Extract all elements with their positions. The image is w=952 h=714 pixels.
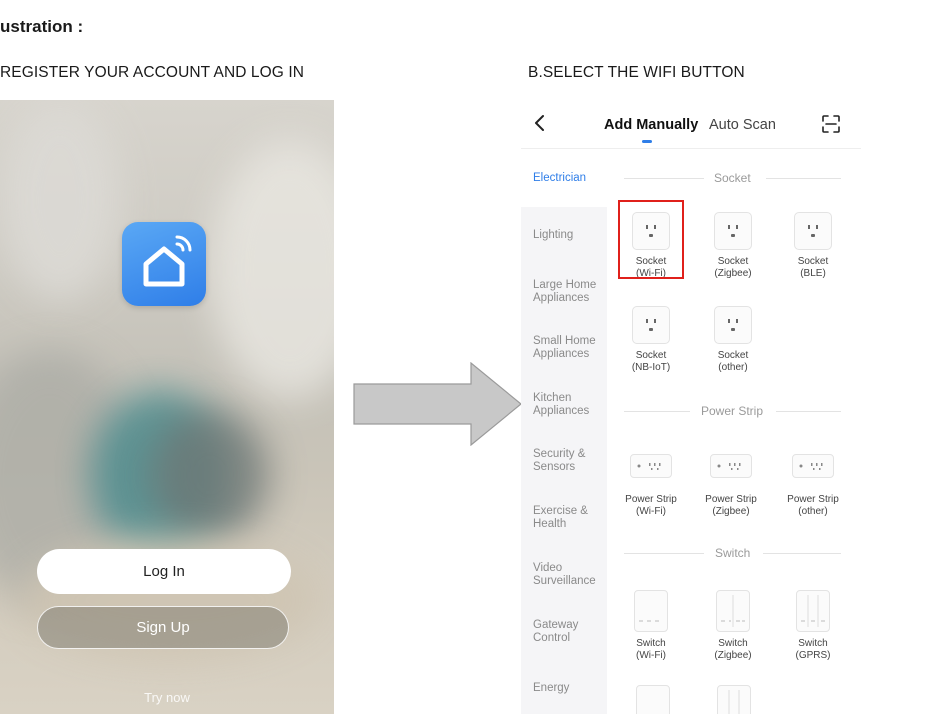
add-device-screen: Add Manually Auto Scan Electrician Light… <box>521 100 861 714</box>
device-socket-other[interactable]: Socket (other) <box>703 306 763 374</box>
wifi-socket-highlight <box>618 200 684 279</box>
device-switch-gprs[interactable]: Switch (GPRS) <box>783 590 843 662</box>
background-blur <box>0 100 120 300</box>
device-label: Switch <box>718 638 748 649</box>
device-label: Socket <box>717 256 749 267</box>
device-power-strip-zigbee[interactable]: Power Strip (Zigbee) <box>701 446 761 518</box>
power-strip-icon <box>792 454 834 478</box>
sidebar-item-lighting[interactable]: Lighting <box>533 229 573 242</box>
socket-icon <box>794 212 832 250</box>
device-label: Switch <box>636 638 666 649</box>
chevron-left-icon[interactable] <box>533 114 547 132</box>
wall-switch-icon <box>796 590 830 632</box>
section-divider <box>776 411 841 412</box>
wall-switch-icon[interactable] <box>636 685 670 714</box>
top-bar: Add Manually Auto Scan <box>521 100 861 149</box>
device-sublabel: (NB-IoT) <box>631 362 671 373</box>
sidebar-item-security-sensors[interactable]: Security & Sensors <box>533 448 593 474</box>
signup-button[interactable]: Sign Up <box>37 606 289 649</box>
device-switch-wifi[interactable]: Switch (Wi-Fi) <box>621 590 681 662</box>
scan-frame-icon[interactable] <box>821 114 841 134</box>
wall-switch-icon <box>634 590 668 632</box>
try-now-link[interactable]: Try now <box>0 690 334 705</box>
device-socket-ble[interactable]: Socket (BLE) <box>783 212 843 280</box>
device-label: Socket <box>797 256 829 267</box>
category-sidebar: Electrician Lighting Large Home Applianc… <box>521 149 607 714</box>
device-label: Power Strip <box>625 494 677 505</box>
device-sublabel: (GPRS) <box>795 650 831 661</box>
device-label: Switch <box>798 638 828 649</box>
socket-icon <box>714 212 752 250</box>
sidebar-item-electrician[interactable]: Electrician <box>533 172 586 185</box>
active-tab-indicator <box>642 140 652 143</box>
section-title-socket: Socket <box>714 171 751 185</box>
device-sublabel: (Zigbee) <box>712 506 750 517</box>
device-power-strip-wifi[interactable]: Power Strip (Wi-Fi) <box>621 446 681 518</box>
caption-register: REGISTER YOUR ACCOUNT AND LOG IN <box>0 64 305 81</box>
device-sublabel: (Wi-Fi) <box>636 650 666 661</box>
background-blur <box>150 410 270 540</box>
login-screen: Log In Sign Up Try now <box>0 100 334 714</box>
socket-icon <box>632 306 670 344</box>
section-divider <box>624 411 690 412</box>
sidebar-item-large-home-appliances[interactable]: Large Home Appliances <box>533 279 599 305</box>
sidebar-item-video-surveillance[interactable]: Video Surveillance <box>533 562 599 588</box>
wall-switch-icon <box>716 590 750 632</box>
device-label: Socket <box>717 350 749 361</box>
sidebar-item-small-home-appliances[interactable]: Small Home Appliances <box>533 335 599 361</box>
device-label: Power Strip <box>787 494 839 505</box>
caption-select-wifi: B.SELECT THE WIFI BUTTON <box>528 64 745 81</box>
login-button[interactable]: Log In <box>37 549 291 594</box>
power-strip-icon <box>630 454 672 478</box>
sidebar-item-gateway-control[interactable]: Gateway Control <box>533 619 589 645</box>
device-sublabel: (other) <box>718 362 748 373</box>
section-divider <box>624 178 704 179</box>
smart-home-house-wifi-icon <box>122 222 206 306</box>
section-title-power-strip: Power Strip <box>701 404 764 418</box>
section-divider <box>766 178 841 179</box>
device-sublabel: (BLE) <box>800 268 826 279</box>
device-label: Socket <box>635 350 667 361</box>
tab-add-manually[interactable]: Add Manually <box>604 117 698 133</box>
device-switch-zigbee[interactable]: Switch (Zigbee) <box>703 590 763 662</box>
device-power-strip-other[interactable]: Power Strip (other) <box>783 446 843 518</box>
section-divider <box>763 553 841 554</box>
background-blur <box>210 140 334 400</box>
device-socket-nbiot[interactable]: Socket (NB-IoT) <box>621 306 681 374</box>
device-sublabel: (other) <box>798 506 828 517</box>
page-heading: ustration : <box>0 17 84 36</box>
sidebar-item-exercise-health[interactable]: Exercise & Health <box>533 505 589 531</box>
tab-auto-scan[interactable]: Auto Scan <box>709 117 776 133</box>
wall-switch-icon[interactable] <box>717 685 751 714</box>
section-title-switch: Switch <box>715 546 751 560</box>
section-divider <box>624 553 704 554</box>
sidebar-item-kitchen-appliances[interactable]: Kitchen Appliances <box>533 392 599 418</box>
sidebar-item-energy[interactable]: Energy <box>533 682 569 695</box>
right-arrow-icon <box>353 362 522 446</box>
device-sublabel: (Zigbee) <box>714 268 752 279</box>
device-sublabel: (Zigbee) <box>714 650 752 661</box>
device-sublabel: (Wi-Fi) <box>636 506 666 517</box>
device-socket-zigbee[interactable]: Socket (Zigbee) <box>703 212 763 280</box>
power-strip-icon <box>710 454 752 478</box>
device-label: Power Strip <box>705 494 757 505</box>
socket-icon <box>714 306 752 344</box>
